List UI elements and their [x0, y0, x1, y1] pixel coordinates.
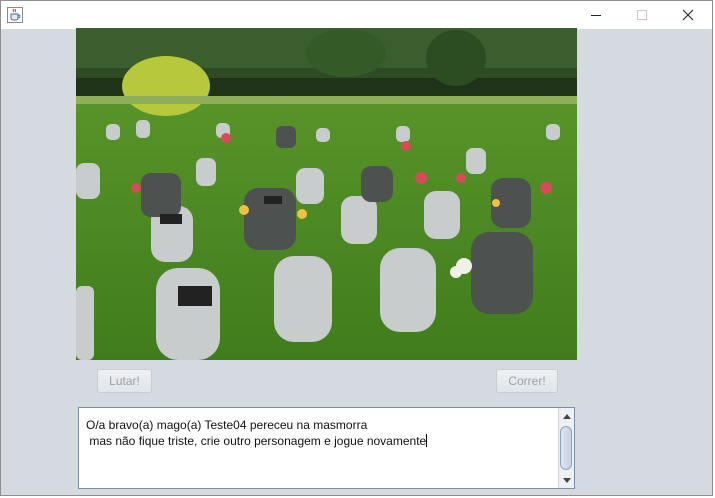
text-caret	[426, 434, 428, 447]
title-bar	[1, 1, 712, 29]
maximize-icon	[637, 10, 647, 20]
run-button[interactable]: Correr!	[496, 369, 558, 393]
scroll-up-button[interactable]	[559, 408, 574, 423]
game-window: Lutar! Correr! O/a bravo(a) mago(a) Test…	[0, 0, 713, 496]
minimize-button[interactable]	[573, 1, 619, 29]
close-icon	[682, 9, 694, 21]
chevron-up-icon	[562, 413, 571, 419]
close-button[interactable]	[665, 1, 711, 29]
chevron-down-icon	[562, 477, 571, 483]
message-log-textarea[interactable]: O/a bravo(a) mago(a) Teste04 pereceu na …	[78, 407, 575, 489]
scrollbar-thumb[interactable]	[560, 426, 572, 470]
log-line-1: O/a bravo(a) mago(a) Teste04 pereceu na …	[86, 418, 368, 432]
minimize-icon	[591, 15, 601, 16]
message-log-text: O/a bravo(a) mago(a) Teste04 pereceu na …	[86, 417, 428, 449]
cemetery-photo	[76, 28, 577, 360]
scroll-down-button[interactable]	[559, 473, 574, 488]
fight-button[interactable]: Lutar!	[97, 369, 152, 393]
java-cup-icon[interactable]	[7, 7, 23, 23]
log-line-2: mas não fique triste, crie outro persona…	[86, 434, 427, 448]
vertical-scrollbar[interactable]	[558, 408, 574, 488]
maximize-button[interactable]	[619, 1, 665, 29]
